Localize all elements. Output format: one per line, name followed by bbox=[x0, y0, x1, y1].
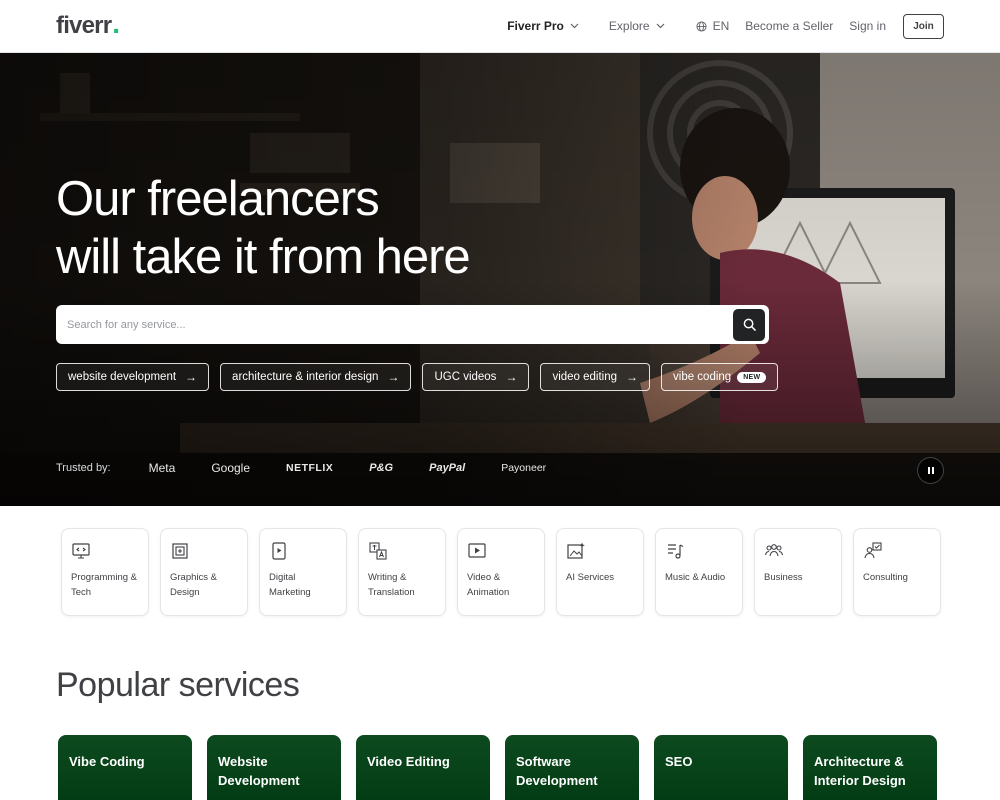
nav-language[interactable]: EN bbox=[696, 19, 730, 33]
category-label: AI Services bbox=[566, 572, 615, 583]
pg-logo: P&G bbox=[369, 462, 394, 474]
category-business[interactable]: Business bbox=[754, 528, 842, 616]
category-music-audio[interactable]: Music & Audio bbox=[655, 528, 743, 616]
service-card-website-development[interactable]: Website Development bbox=[207, 735, 341, 800]
netflix-logo: NETFLIX bbox=[286, 462, 334, 474]
popular-services-carousel: Vibe Coding Website Development Video Ed… bbox=[58, 735, 937, 800]
new-badge: NEW bbox=[737, 371, 767, 383]
search-button[interactable] bbox=[733, 308, 765, 341]
category-label: Digital Marketing bbox=[269, 572, 311, 598]
main-nav: Fiverr Pro Explore EN Become a Seller Si… bbox=[507, 13, 944, 39]
chip-website-development[interactable]: website development → bbox=[56, 363, 210, 391]
nav-sign-in[interactable]: Sign in bbox=[849, 19, 886, 33]
category-label: Consulting bbox=[863, 572, 908, 583]
hero-section: Our freelancers will take it from here w… bbox=[0, 53, 1000, 506]
chip-ugc-videos[interactable]: UGC videos → bbox=[422, 363, 530, 391]
globe-icon bbox=[696, 20, 707, 32]
service-card-seo[interactable]: SEO bbox=[654, 735, 788, 800]
people-icon bbox=[764, 544, 784, 557]
category-video-animation[interactable]: Video & Animation bbox=[457, 528, 545, 616]
chip-video-editing[interactable]: video editing → bbox=[540, 363, 651, 391]
category-label: Business bbox=[764, 572, 803, 583]
chip-label: video editing bbox=[552, 371, 618, 383]
nav-fiverr-pro-label: Fiverr Pro bbox=[507, 19, 564, 33]
category-programming-tech[interactable]: Programming & Tech bbox=[61, 528, 149, 616]
nav-become-seller[interactable]: Become a Seller bbox=[745, 19, 833, 33]
arrow-right-icon: → bbox=[505, 370, 518, 384]
hero-title: Our freelancers will take it from here bbox=[56, 170, 616, 286]
chip-vibe-coding[interactable]: vibe coding NEW bbox=[661, 363, 779, 391]
trusted-by-label: Trusted by: bbox=[56, 462, 111, 474]
meta-logo: Meta bbox=[148, 461, 176, 475]
top-header: fiverr. Fiverr Pro Explore EN Become a S… bbox=[0, 0, 1000, 53]
nav-explore-label: Explore bbox=[608, 19, 650, 33]
logo-text: fiverr bbox=[56, 12, 112, 39]
pause-video-button[interactable] bbox=[917, 457, 944, 484]
ai-sparkle-icon bbox=[567, 542, 585, 559]
service-card-architecture-interior-design[interactable]: Architecture & Interior Design bbox=[803, 735, 937, 800]
chevron-down-icon bbox=[570, 23, 579, 29]
arrow-right-icon: → bbox=[626, 370, 639, 384]
chip-label: website development bbox=[68, 371, 177, 383]
arrow-right-icon: → bbox=[185, 370, 198, 384]
music-icon bbox=[668, 544, 684, 559]
design-frame-icon bbox=[172, 543, 188, 559]
category-ai-services[interactable]: AI Services bbox=[556, 528, 644, 616]
search-input[interactable] bbox=[56, 318, 733, 331]
popular-services-heading: Popular services bbox=[56, 666, 300, 704]
category-writing-translation[interactable]: Writing & Translation bbox=[358, 528, 446, 616]
chevron-down-icon bbox=[656, 23, 665, 29]
payoneer-logo: Payoneer bbox=[501, 462, 547, 474]
suggestion-chips: website development → architecture & int… bbox=[56, 363, 789, 391]
category-cards: Programming & Tech Graphics & Design Dig… bbox=[61, 528, 941, 616]
trusted-by-row: Trusted by: Meta Google NETFLIX P&G PayP… bbox=[56, 461, 582, 475]
category-digital-marketing[interactable]: Digital Marketing bbox=[259, 528, 347, 616]
chip-label: vibe coding bbox=[673, 371, 732, 383]
service-card-software-development[interactable]: Software Development bbox=[505, 735, 639, 800]
service-card-video-editing[interactable]: Video Editing bbox=[356, 735, 490, 800]
nav-fiverr-pro[interactable]: Fiverr Pro bbox=[507, 19, 579, 33]
join-button[interactable]: Join bbox=[903, 13, 944, 39]
arrow-right-icon: → bbox=[387, 370, 400, 384]
paypal-logo: PayPal bbox=[429, 462, 466, 474]
hero-title-line-2: will take it from here bbox=[56, 230, 471, 284]
translate-icon bbox=[369, 542, 387, 560]
nav-explore[interactable]: Explore bbox=[609, 19, 665, 33]
nav-language-label: EN bbox=[712, 19, 730, 33]
category-label: Music & Audio bbox=[665, 572, 726, 583]
monitor-code-icon bbox=[72, 543, 90, 559]
category-label: Writing & Translation bbox=[368, 572, 415, 598]
consulting-icon bbox=[864, 542, 882, 559]
chip-architecture-interior-design[interactable]: architecture & interior design → bbox=[220, 363, 412, 391]
category-graphics-design[interactable]: Graphics & Design bbox=[160, 528, 248, 616]
search-bar bbox=[56, 305, 769, 344]
google-logo: Google bbox=[211, 461, 251, 475]
chip-label: architecture & interior design bbox=[232, 371, 379, 383]
phone-play-icon bbox=[272, 542, 286, 560]
video-play-icon bbox=[468, 543, 486, 558]
category-label: Video & Animation bbox=[467, 572, 510, 598]
search-icon bbox=[743, 318, 756, 331]
fiverr-logo[interactable]: fiverr. bbox=[56, 10, 120, 40]
hero-title-line-1: Our freelancers bbox=[56, 172, 380, 226]
nav-become-seller-label: Become a Seller bbox=[745, 19, 834, 33]
category-consulting[interactable]: Consulting bbox=[853, 528, 941, 616]
nav-sign-in-label: Sign in bbox=[849, 19, 886, 33]
service-card-vibe-coding[interactable]: Vibe Coding bbox=[58, 735, 192, 800]
pause-icon bbox=[927, 467, 934, 474]
category-label: Programming & Tech bbox=[71, 572, 137, 598]
category-label: Graphics & Design bbox=[170, 572, 217, 598]
chip-label: UGC videos bbox=[434, 371, 497, 383]
